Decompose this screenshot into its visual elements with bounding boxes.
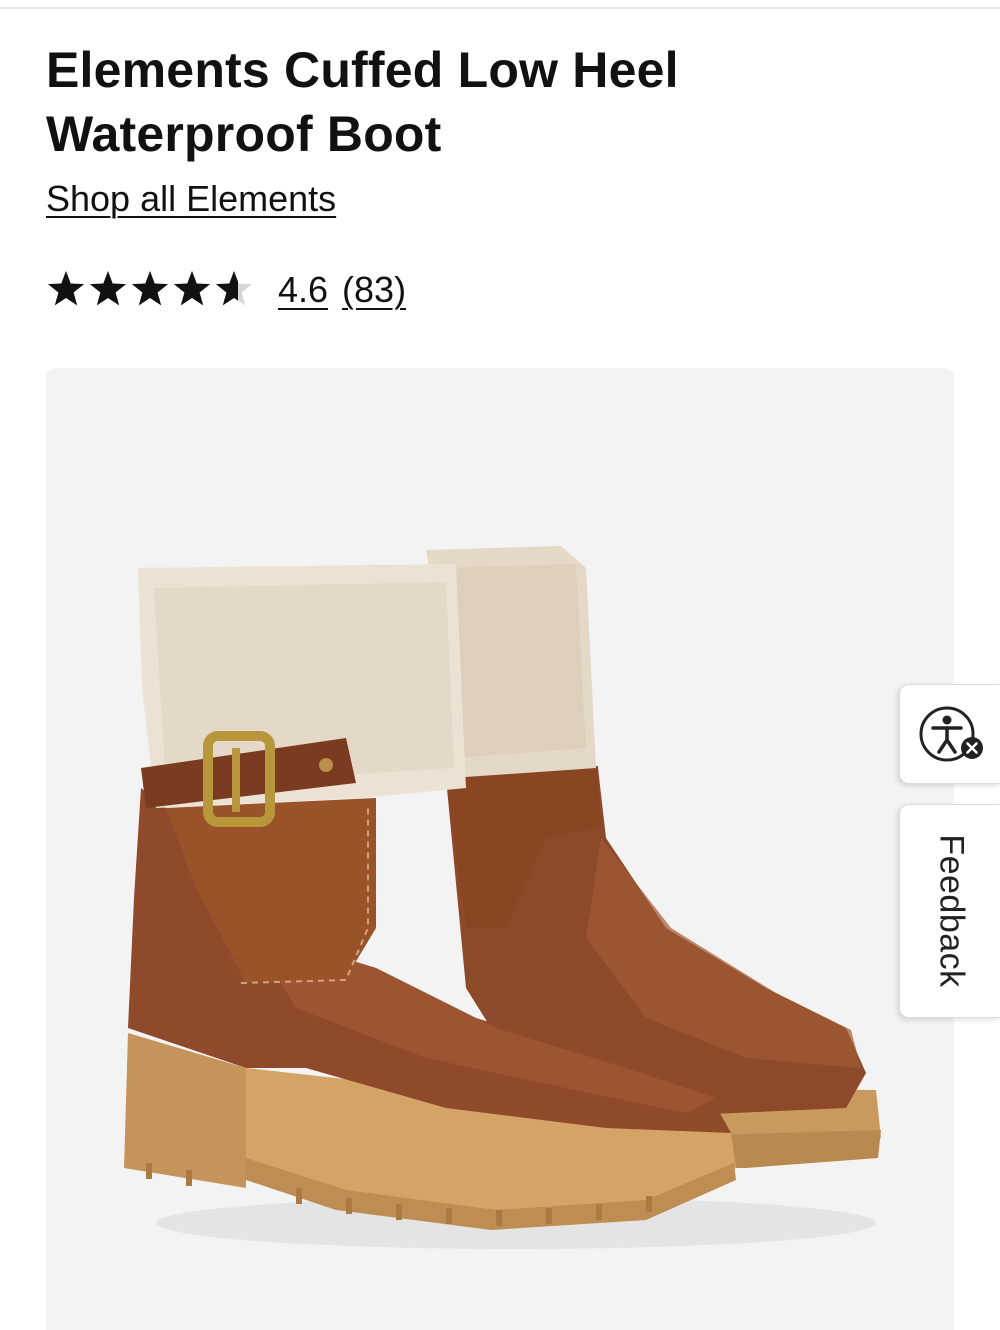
stars-icon (47, 271, 253, 306)
rating-row: 4.6 (83) (46, 268, 406, 312)
product-title: Elements Cuffed Low Heel Waterproof Boot (46, 42, 679, 162)
star-filled-icon (89, 271, 127, 306)
review-count[interactable]: (83) (342, 268, 406, 312)
star-filled-icon (131, 271, 169, 306)
star-rating (46, 268, 256, 312)
product-page: Elements Cuffed Low Heel Waterproof Boot… (0, 0, 1000, 1330)
shop-all-link[interactable]: Shop all Elements (46, 178, 336, 220)
top-divider (0, 7, 1000, 9)
feedback-label: Feedback (932, 834, 970, 988)
rating-value[interactable]: 4.6 (278, 268, 328, 312)
product-image[interactable] (46, 368, 954, 1330)
accessibility-widget-button[interactable] (899, 684, 1000, 784)
feedback-tab[interactable]: Feedback (899, 804, 1000, 1018)
star-filled-icon (47, 271, 85, 306)
star-filled-icon (173, 271, 211, 306)
boots-image (124, 546, 881, 1249)
accessibility-icon (919, 706, 983, 762)
